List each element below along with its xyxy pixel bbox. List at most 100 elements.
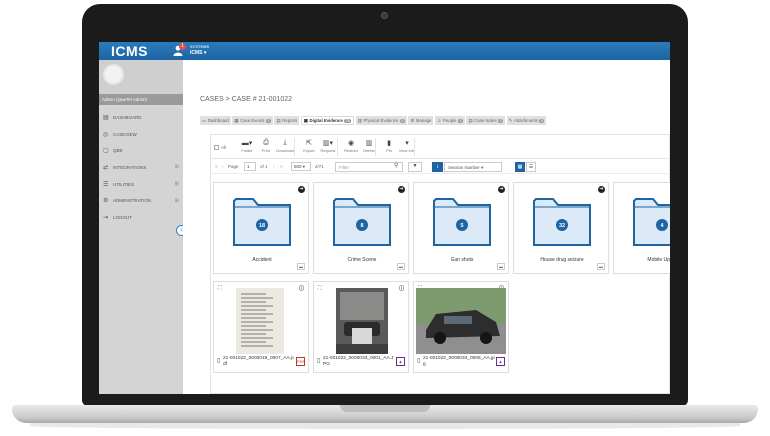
folder-card[interactable]: ➜ 4 Mobile Uploa ▬ [613, 182, 670, 274]
tab-attachments[interactable]: ✎ Attachments 6 [506, 116, 547, 125]
webcam [381, 12, 388, 19]
delete-button[interactable]: ▥ Delete [359, 139, 379, 153]
sort-field-select[interactable]: Session Number ▾ [444, 162, 502, 172]
tab-people[interactable]: ☺ People 4 [434, 116, 465, 125]
toolbar-button-label: Export [303, 148, 315, 153]
expand-icon[interactable]: ⛶ [318, 285, 322, 291]
expand-icon[interactable]: ⊞ [175, 164, 179, 170]
tab-label: Case Events [240, 118, 265, 123]
last-page-icon[interactable]: » [280, 164, 283, 170]
file-name: 21-001022_0000019_0007_AA.pdf [223, 356, 294, 367]
download-icon[interactable]: ➜ [398, 186, 405, 193]
folder-card[interactable]: ➜ 8 Crime Scene ▬ [313, 182, 409, 274]
system-label: SYSTEMS [190, 44, 210, 49]
select-all[interactable]: All [214, 145, 226, 150]
bookmark-icon[interactable]: ▯ [417, 357, 420, 364]
toolbar-separator [414, 138, 415, 156]
dashboard-icon: ▤ [103, 114, 109, 121]
delete-icon: ▥ [365, 140, 373, 147]
avatar[interactable] [103, 64, 124, 85]
sidebar-nav: ▤ DASHBOARD ◎ CASEVIEW ▢ QBE ⇄ INTEGRATI… [99, 109, 183, 226]
tab-count-badge: 0 [399, 118, 405, 123]
tab-label: People [443, 118, 457, 123]
file-card[interactable]: ⛶ ⓘ ▯ 21-001022_0000033_0001_AA.JPG ▲ [313, 281, 409, 373]
evidence-photo-thumbnail [336, 288, 388, 354]
tab-icon: ▦ [234, 117, 239, 123]
file-card[interactable]: ⛶ ⓘ ▯ 21-001022_0000034_0005_AA.jpg ▲ [413, 281, 509, 373]
tab-reports[interactable]: ▤ Reports [274, 116, 300, 125]
file-card[interactable]: ⛶ ⓘ ▯ 21-001022_0000019_0007_AA.pdf PDF [213, 281, 309, 373]
sidebar: Admin (QueTel Admin) ▤ DASHBOARD ◎ CASEV… [99, 60, 187, 394]
folder-icon: 5 [433, 198, 491, 246]
sidebar-item-logout[interactable]: ⇥ LOGOUT [99, 209, 183, 226]
grid-view-button[interactable]: ▦ [515, 162, 525, 172]
toolbar-button-label: Print [261, 148, 271, 153]
filter-funnel-icon[interactable]: ▼ [408, 162, 422, 172]
folder-button[interactable]: ▬▾ Folder [237, 139, 257, 153]
toolbar-button-label: Download [276, 148, 294, 153]
sidebar-item-utilities[interactable]: ☰ UTILITIES ⊞ [99, 176, 183, 193]
folder-card[interactable]: ➜ 18 Accident ▬ [213, 182, 309, 274]
tab-case-events[interactable]: ▦ Case Events 1 [232, 116, 273, 125]
tab-digital-evidence[interactable]: ▣ Digital Evidence 71 [300, 116, 355, 125]
print-button[interactable]: ⎙ Print [256, 139, 276, 153]
item-count: 4/71 [315, 164, 324, 169]
folder-card[interactable]: ➜ 5 Gun shots ▬ [413, 182, 509, 274]
expand-icon[interactable]: ⊞ [175, 198, 179, 204]
request-button[interactable]: ▥▾ Request [318, 139, 338, 153]
sort-direction-button[interactable]: ↕ [432, 162, 443, 172]
filter-input[interactable]: Filter [335, 162, 403, 172]
export-button[interactable]: ⇱ Export [299, 139, 319, 153]
app-logo[interactable]: ICMS [111, 43, 148, 59]
pager: « ‹ Page 1 of 1 › » 500 ▾ 4/71 Filter ⚲ … [211, 160, 670, 174]
toolbar-button-label: Restrict [344, 148, 358, 153]
sidebar-item-qbe[interactable]: ▢ QBE [99, 142, 183, 159]
bookmark-icon[interactable]: ▯ [217, 357, 220, 364]
document-icon: ▢ [103, 148, 109, 155]
first-page-icon[interactable]: « [215, 164, 218, 170]
sidebar-item-label: INTEGRATIONS [113, 164, 147, 170]
folder-card[interactable]: ➜ 32 House drug seizure ▬ [513, 182, 609, 274]
sidebar-item-caseview[interactable]: ◎ CASEVIEW [99, 126, 183, 143]
page-input[interactable]: 1 [244, 162, 256, 171]
sidebar-item-dashboard[interactable]: ▤ DASHBOARD [99, 109, 183, 126]
info-icon[interactable]: ⓘ [399, 285, 404, 292]
download-button[interactable]: ⤓ Download [275, 139, 295, 153]
download-icon[interactable]: ➜ [498, 186, 505, 193]
folder-small-icon[interactable]: ▬ [397, 263, 405, 270]
tab-icon: ▤ [276, 117, 281, 123]
folder-count: 32 [559, 223, 565, 229]
folder-count: 8 [360, 223, 363, 229]
restrict-button[interactable]: ◉ Restrict [341, 139, 361, 153]
info-icon[interactable]: ⓘ [299, 285, 304, 292]
folder-small-icon[interactable]: ▬ [597, 263, 605, 270]
folder-small-icon[interactable]: ▬ [497, 263, 505, 270]
prev-page-icon[interactable]: ‹ [222, 164, 224, 170]
per-page-select[interactable]: 500 ▾ [291, 162, 311, 171]
folder-name: Crime Scene [347, 257, 377, 263]
pin-button[interactable]: ▮ Pin [379, 139, 399, 153]
toolbar-separator [294, 138, 295, 156]
sidebar-item-administration[interactable]: ⚙ ADMINISTRATION ⊞ [99, 192, 183, 209]
tab-dashboard[interactable]: ▭ Dashboard [200, 116, 231, 125]
sliders-icon: ☰ [103, 181, 109, 188]
tab-physical-evidence[interactable]: ▥ Physical Evidence 0 [355, 116, 407, 125]
tab-icon: ☺ [436, 118, 442, 123]
download-icon[interactable]: ➜ [298, 186, 305, 193]
expand-icon[interactable]: ⊞ [175, 181, 179, 187]
download-icon[interactable]: ➜ [598, 186, 605, 193]
folder-small-icon[interactable]: ▬ [297, 263, 305, 270]
car-photo-thumbnail [416, 288, 506, 354]
tab-manage[interactable]: ⚙ Manage [408, 116, 434, 125]
list-view-button[interactable]: ☰ [526, 162, 536, 172]
next-page-icon[interactable]: › [273, 164, 275, 170]
system-switcher[interactable]: ICMS ▾ [190, 50, 206, 56]
pdf-file-icon: PDF [296, 357, 305, 366]
tab-case-notes[interactable]: ▤ Case Notes 0 [466, 116, 506, 125]
tab-icon: ▤ [468, 117, 473, 123]
bookmark-icon[interactable]: ▯ [317, 357, 320, 364]
search-icon[interactable]: ⚲ [394, 162, 398, 169]
expand-icon[interactable]: ⛶ [218, 285, 222, 291]
sidebar-item-integrations[interactable]: ⇄ INTEGRATIONS ⊞ [99, 159, 183, 176]
select-all-checkbox[interactable] [214, 145, 219, 150]
